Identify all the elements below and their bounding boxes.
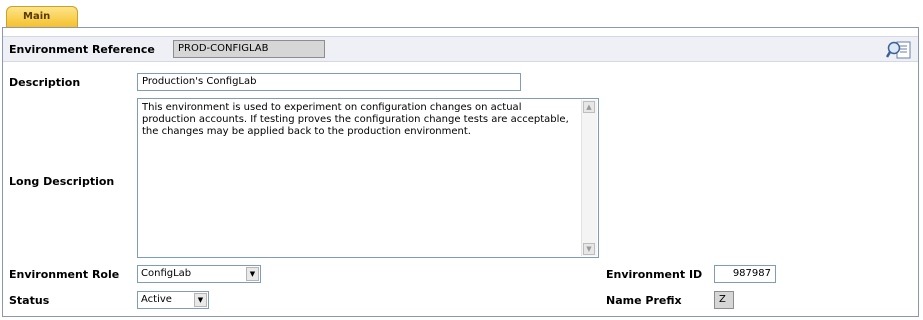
environment-role-label: Environment Role [9,268,120,281]
environment-reference-label: Environment Reference [9,43,155,56]
description-label: Description [9,76,81,89]
environment-id-field[interactable]: 987987 [714,265,776,283]
name-prefix-label: Name Prefix [606,294,682,307]
environment-role-select[interactable]: ConfigLab ▼ [137,265,261,283]
tab-strip: Main [0,0,923,27]
environment-id-label: Environment ID [606,268,703,281]
triangle-down-icon[interactable]: ▼ [194,293,207,307]
textarea-scrollbar[interactable]: ▲ ▼ [581,100,597,256]
triangle-down-icon[interactable]: ▼ [246,267,259,281]
status-select[interactable]: Active ▼ [137,291,209,309]
name-prefix-field: Z [714,291,734,309]
scroll-down-icon[interactable]: ▼ [583,243,595,255]
long-description-textarea[interactable]: This environment is used to experiment o… [137,98,599,258]
environment-reference-field: PROD-CONFIGLAB [173,40,325,58]
long-description-text: This environment is used to experiment o… [142,102,569,137]
status-value: Active [141,294,172,305]
environment-role-value: ConfigLab [141,268,192,279]
status-label: Status [9,294,50,307]
main-panel: Environment Reference PROD-CONFIGLAB Des… [2,27,919,317]
environment-reference-bar: Environment Reference PROD-CONFIGLAB [3,36,918,62]
tab-main[interactable]: Main [6,6,78,27]
description-field[interactable]: Production's ConfigLab [137,73,521,91]
long-description-label: Long Description [9,175,115,188]
scroll-up-icon[interactable]: ▲ [583,101,595,113]
search-document-icon[interactable] [886,40,912,60]
